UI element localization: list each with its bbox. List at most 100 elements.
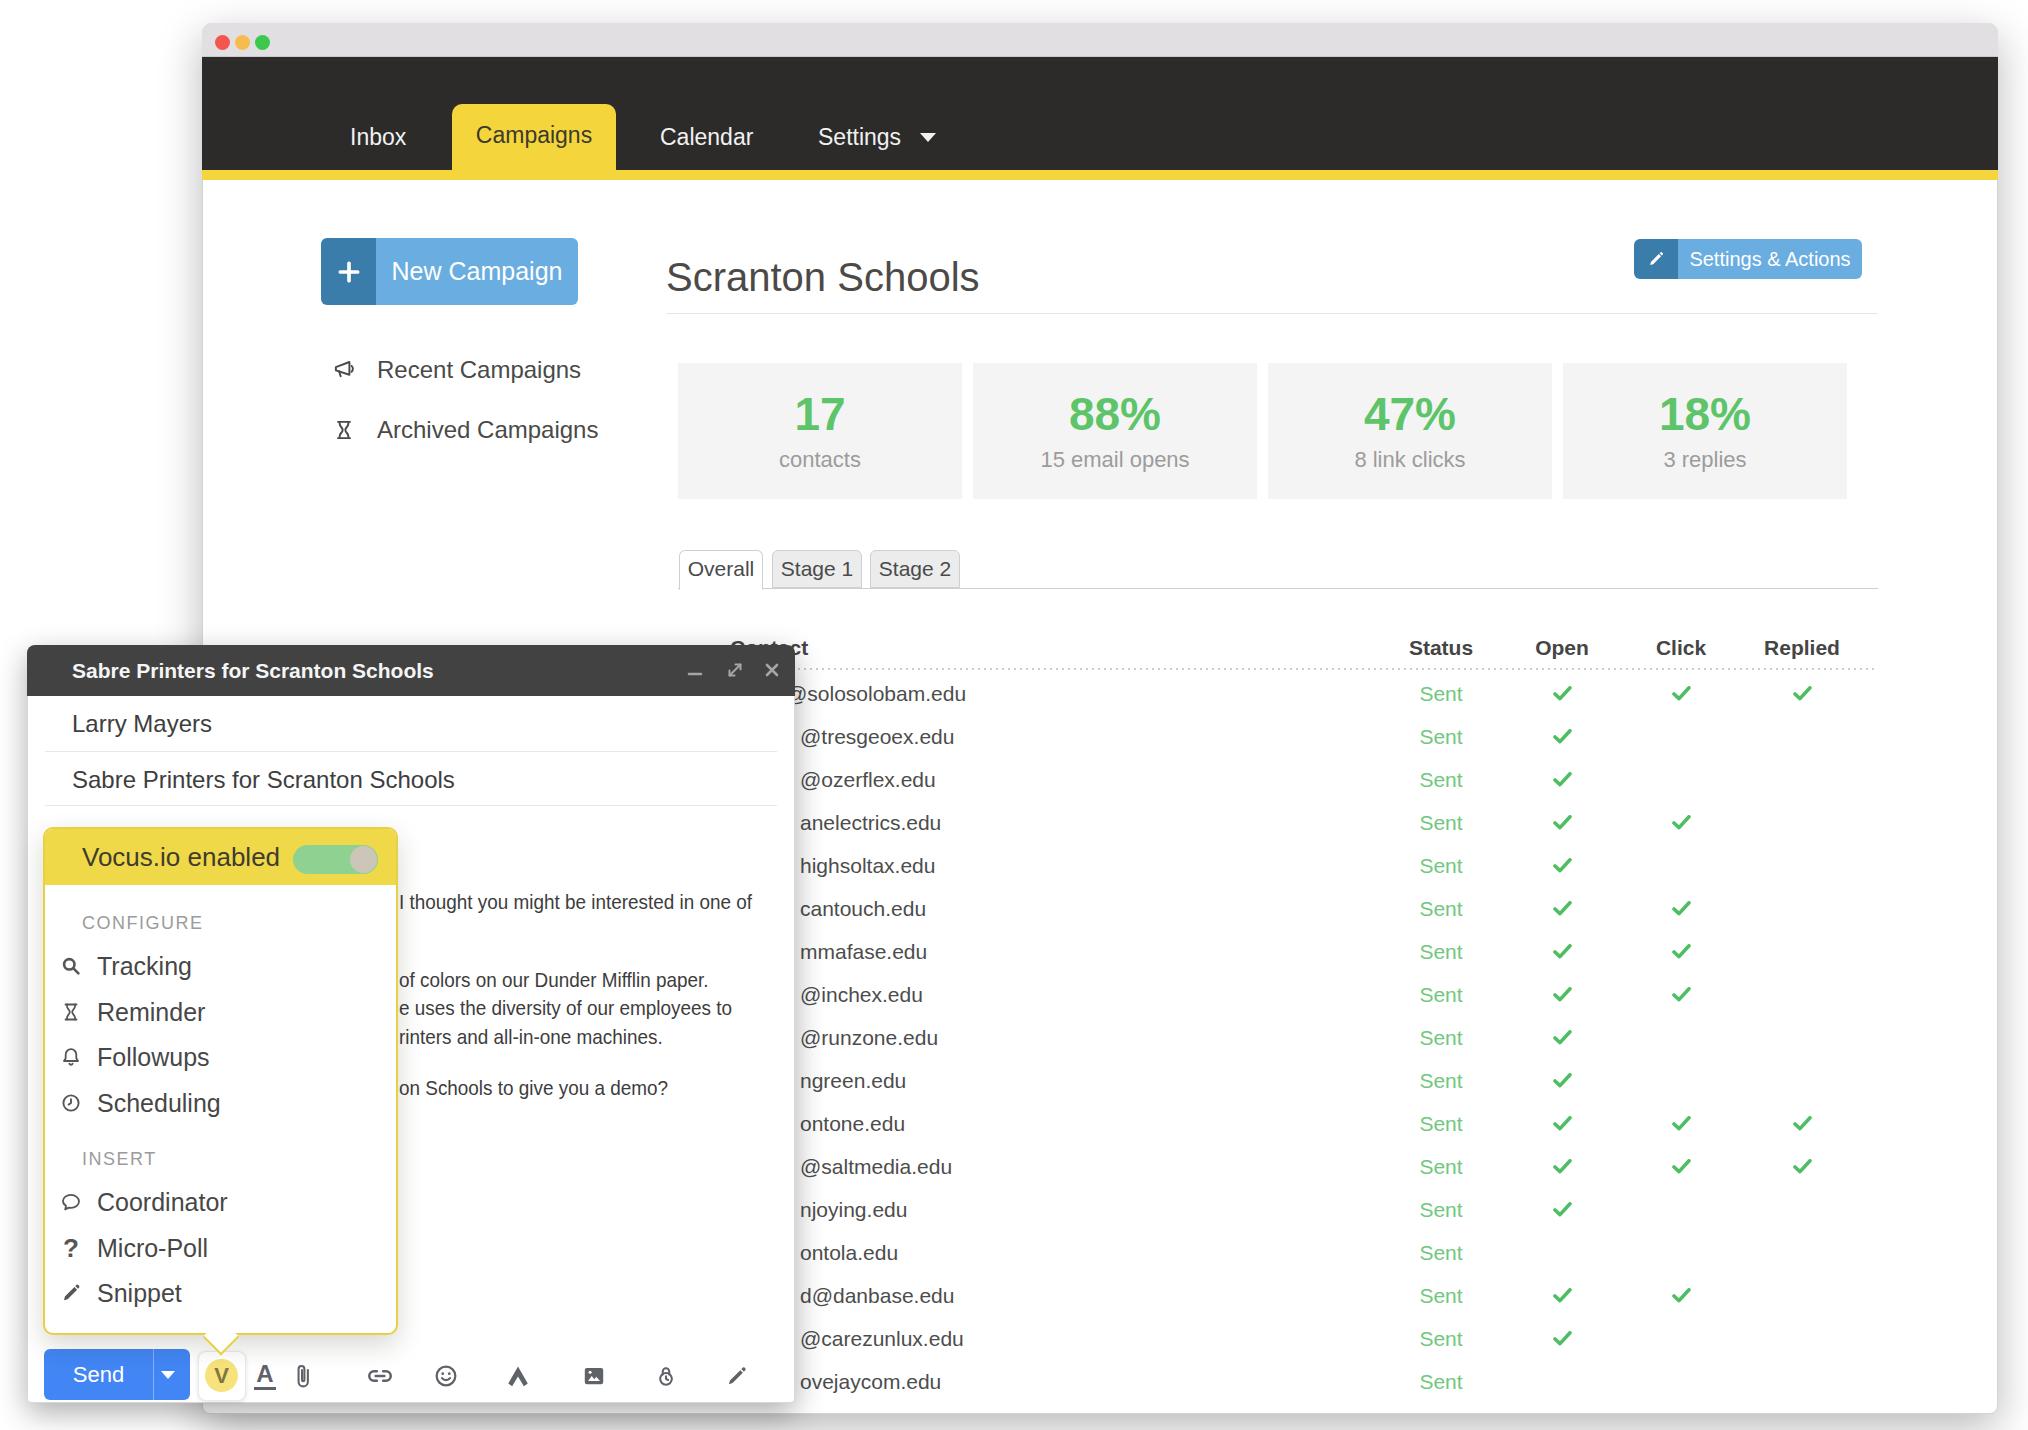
plus-icon — [321, 238, 376, 305]
send-label: Send — [44, 1349, 153, 1400]
vocus-button[interactable]: V — [205, 1359, 238, 1392]
contact-email: njoying.edu — [800, 1188, 1360, 1231]
status-badge: Sent — [1391, 1317, 1491, 1360]
menu-item-tracking[interactable]: Tracking — [43, 943, 398, 989]
format-icon[interactable]: A — [250, 1361, 280, 1391]
check-icon — [1550, 973, 1574, 1016]
email-body-line: e uses the diversity of our employees to — [399, 996, 732, 1020]
menu-item-followups[interactable]: Followups — [43, 1034, 398, 1080]
status-badge: Sent — [1391, 1102, 1491, 1145]
contact-email: cantouch.edu — [800, 887, 1360, 930]
expand-icon[interactable] — [720, 655, 750, 685]
check-icon — [1550, 1145, 1574, 1188]
confidential-icon[interactable] — [651, 1361, 681, 1391]
menu-item-reminder[interactable]: Reminder — [43, 989, 398, 1035]
divider — [45, 805, 777, 806]
menu-item-scheduling[interactable]: Scheduling — [43, 1080, 398, 1126]
status-badge: Sent — [1391, 801, 1491, 844]
question-icon: ? — [59, 1236, 83, 1260]
menu-item-label: Tracking — [97, 943, 192, 989]
email-body-line: on Schools to give you a demo? — [399, 1076, 668, 1100]
menu-item-label: Followups — [97, 1034, 210, 1080]
tab-stage-1[interactable]: Stage 1 — [772, 550, 862, 588]
compose-titlebar[interactable]: Sabre Printers for Scranton Schools — [27, 645, 795, 696]
toggle-knob — [350, 846, 377, 873]
maximize-window-icon[interactable] — [255, 35, 270, 50]
vocus-enabled-label: Vocus.io enabled — [82, 829, 280, 885]
menu-item-label: Snippet — [97, 1270, 182, 1316]
nav-calendar[interactable]: Calendar — [660, 112, 753, 162]
nav-campaigns[interactable]: Campaigns — [452, 104, 616, 170]
nav-inbox[interactable]: Inbox — [350, 112, 406, 162]
stat-label: 8 link clicks — [1354, 447, 1465, 473]
minimize-window-icon[interactable] — [235, 35, 250, 50]
column-header-click[interactable]: Click — [1631, 637, 1731, 659]
menu-section-label: INSERT — [82, 1148, 157, 1170]
contact-email: @carezunlux.edu — [800, 1317, 1360, 1360]
menu-item-label: Reminder — [97, 989, 205, 1035]
contact-email: ovejaycom.edu — [800, 1360, 1360, 1403]
stat-value: 88% — [1069, 389, 1161, 440]
drive-icon[interactable] — [503, 1361, 533, 1391]
sidebar-item-archived-campaigns[interactable]: Archived Campaigns — [331, 408, 598, 452]
menu-item-micro-poll[interactable]: ?Micro-Poll — [43, 1225, 398, 1271]
status-badge: Sent — [1391, 1274, 1491, 1317]
recipient-field[interactable]: Larry Mayers — [72, 700, 212, 748]
settings-actions-button[interactable]: Settings & Actions — [1634, 239, 1862, 279]
stat-value: 47% — [1364, 389, 1456, 440]
pencil-icon — [1634, 239, 1678, 279]
send-button[interactable]: Send — [44, 1349, 190, 1400]
link-icon[interactable] — [365, 1361, 395, 1391]
status-badge: Sent — [1391, 1059, 1491, 1102]
close-window-icon[interactable] — [215, 35, 230, 50]
column-header-open[interactable]: Open — [1512, 637, 1612, 659]
bell-icon — [59, 1045, 83, 1069]
stat-card: 18%3 replies — [1563, 363, 1847, 499]
contact-email: anelectrics.edu — [800, 801, 1360, 844]
pen-icon[interactable] — [722, 1361, 752, 1391]
check-icon — [1669, 930, 1693, 973]
megaphone-icon — [331, 357, 357, 383]
contact-email: ontola.edu — [800, 1231, 1360, 1274]
menu-item-coordinator[interactable]: Coordinator — [43, 1179, 398, 1225]
new-campaign-button[interactable]: New Campaign — [321, 238, 578, 305]
minimize-icon[interactable] — [680, 655, 710, 685]
subject-field[interactable]: Sabre Printers for Scranton Schools — [72, 756, 455, 804]
contact-email: ngreen.edu — [800, 1059, 1360, 1102]
check-icon — [1550, 715, 1574, 758]
send-options-caret-icon[interactable] — [161, 1371, 175, 1379]
sidebar-item-recent-campaigns[interactable]: Recent Campaigns — [331, 348, 581, 392]
accent-strip — [202, 170, 1998, 180]
column-header-replied[interactable]: Replied — [1752, 637, 1852, 659]
stat-label: contacts — [779, 447, 861, 473]
tab-stage-2[interactable]: Stage 2 — [870, 550, 960, 588]
check-icon — [1550, 930, 1574, 973]
check-icon — [1550, 1317, 1574, 1360]
check-icon — [1550, 1188, 1574, 1231]
stat-card: 17contacts — [678, 363, 962, 499]
vocus-toggle[interactable] — [293, 845, 378, 874]
tab-overall[interactable]: Overall — [679, 550, 763, 590]
email-body-line: of colors on our Dunder Mifflin paper. — [399, 968, 709, 992]
contact-email: ontone.edu — [800, 1102, 1360, 1145]
contact-email: d@danbase.edu — [800, 1274, 1360, 1317]
image-icon[interactable] — [579, 1361, 609, 1391]
contact-email: @tresgeoex.edu — [800, 715, 1360, 758]
screen: Inbox Campaigns Calendar Settings New Ca… — [0, 0, 2028, 1430]
sidebar-item-label: Recent Campaigns — [377, 356, 581, 384]
status-badge: Sent — [1391, 715, 1491, 758]
status-badge: Sent — [1391, 930, 1491, 973]
close-icon[interactable] — [757, 655, 787, 685]
nav-settings[interactable]: Settings — [818, 112, 901, 162]
check-icon — [1790, 1102, 1814, 1145]
attach-icon[interactable] — [288, 1361, 318, 1391]
emoji-icon[interactable] — [431, 1361, 461, 1391]
column-header-status[interactable]: Status — [1391, 637, 1491, 659]
check-icon — [1550, 844, 1574, 887]
search-icon — [59, 954, 83, 978]
contact-email: mmafase.edu — [800, 930, 1360, 973]
clock-icon — [59, 1091, 83, 1115]
check-icon — [1550, 1102, 1574, 1145]
menu-item-snippet[interactable]: Snippet — [43, 1270, 398, 1316]
check-icon — [1669, 1274, 1693, 1317]
